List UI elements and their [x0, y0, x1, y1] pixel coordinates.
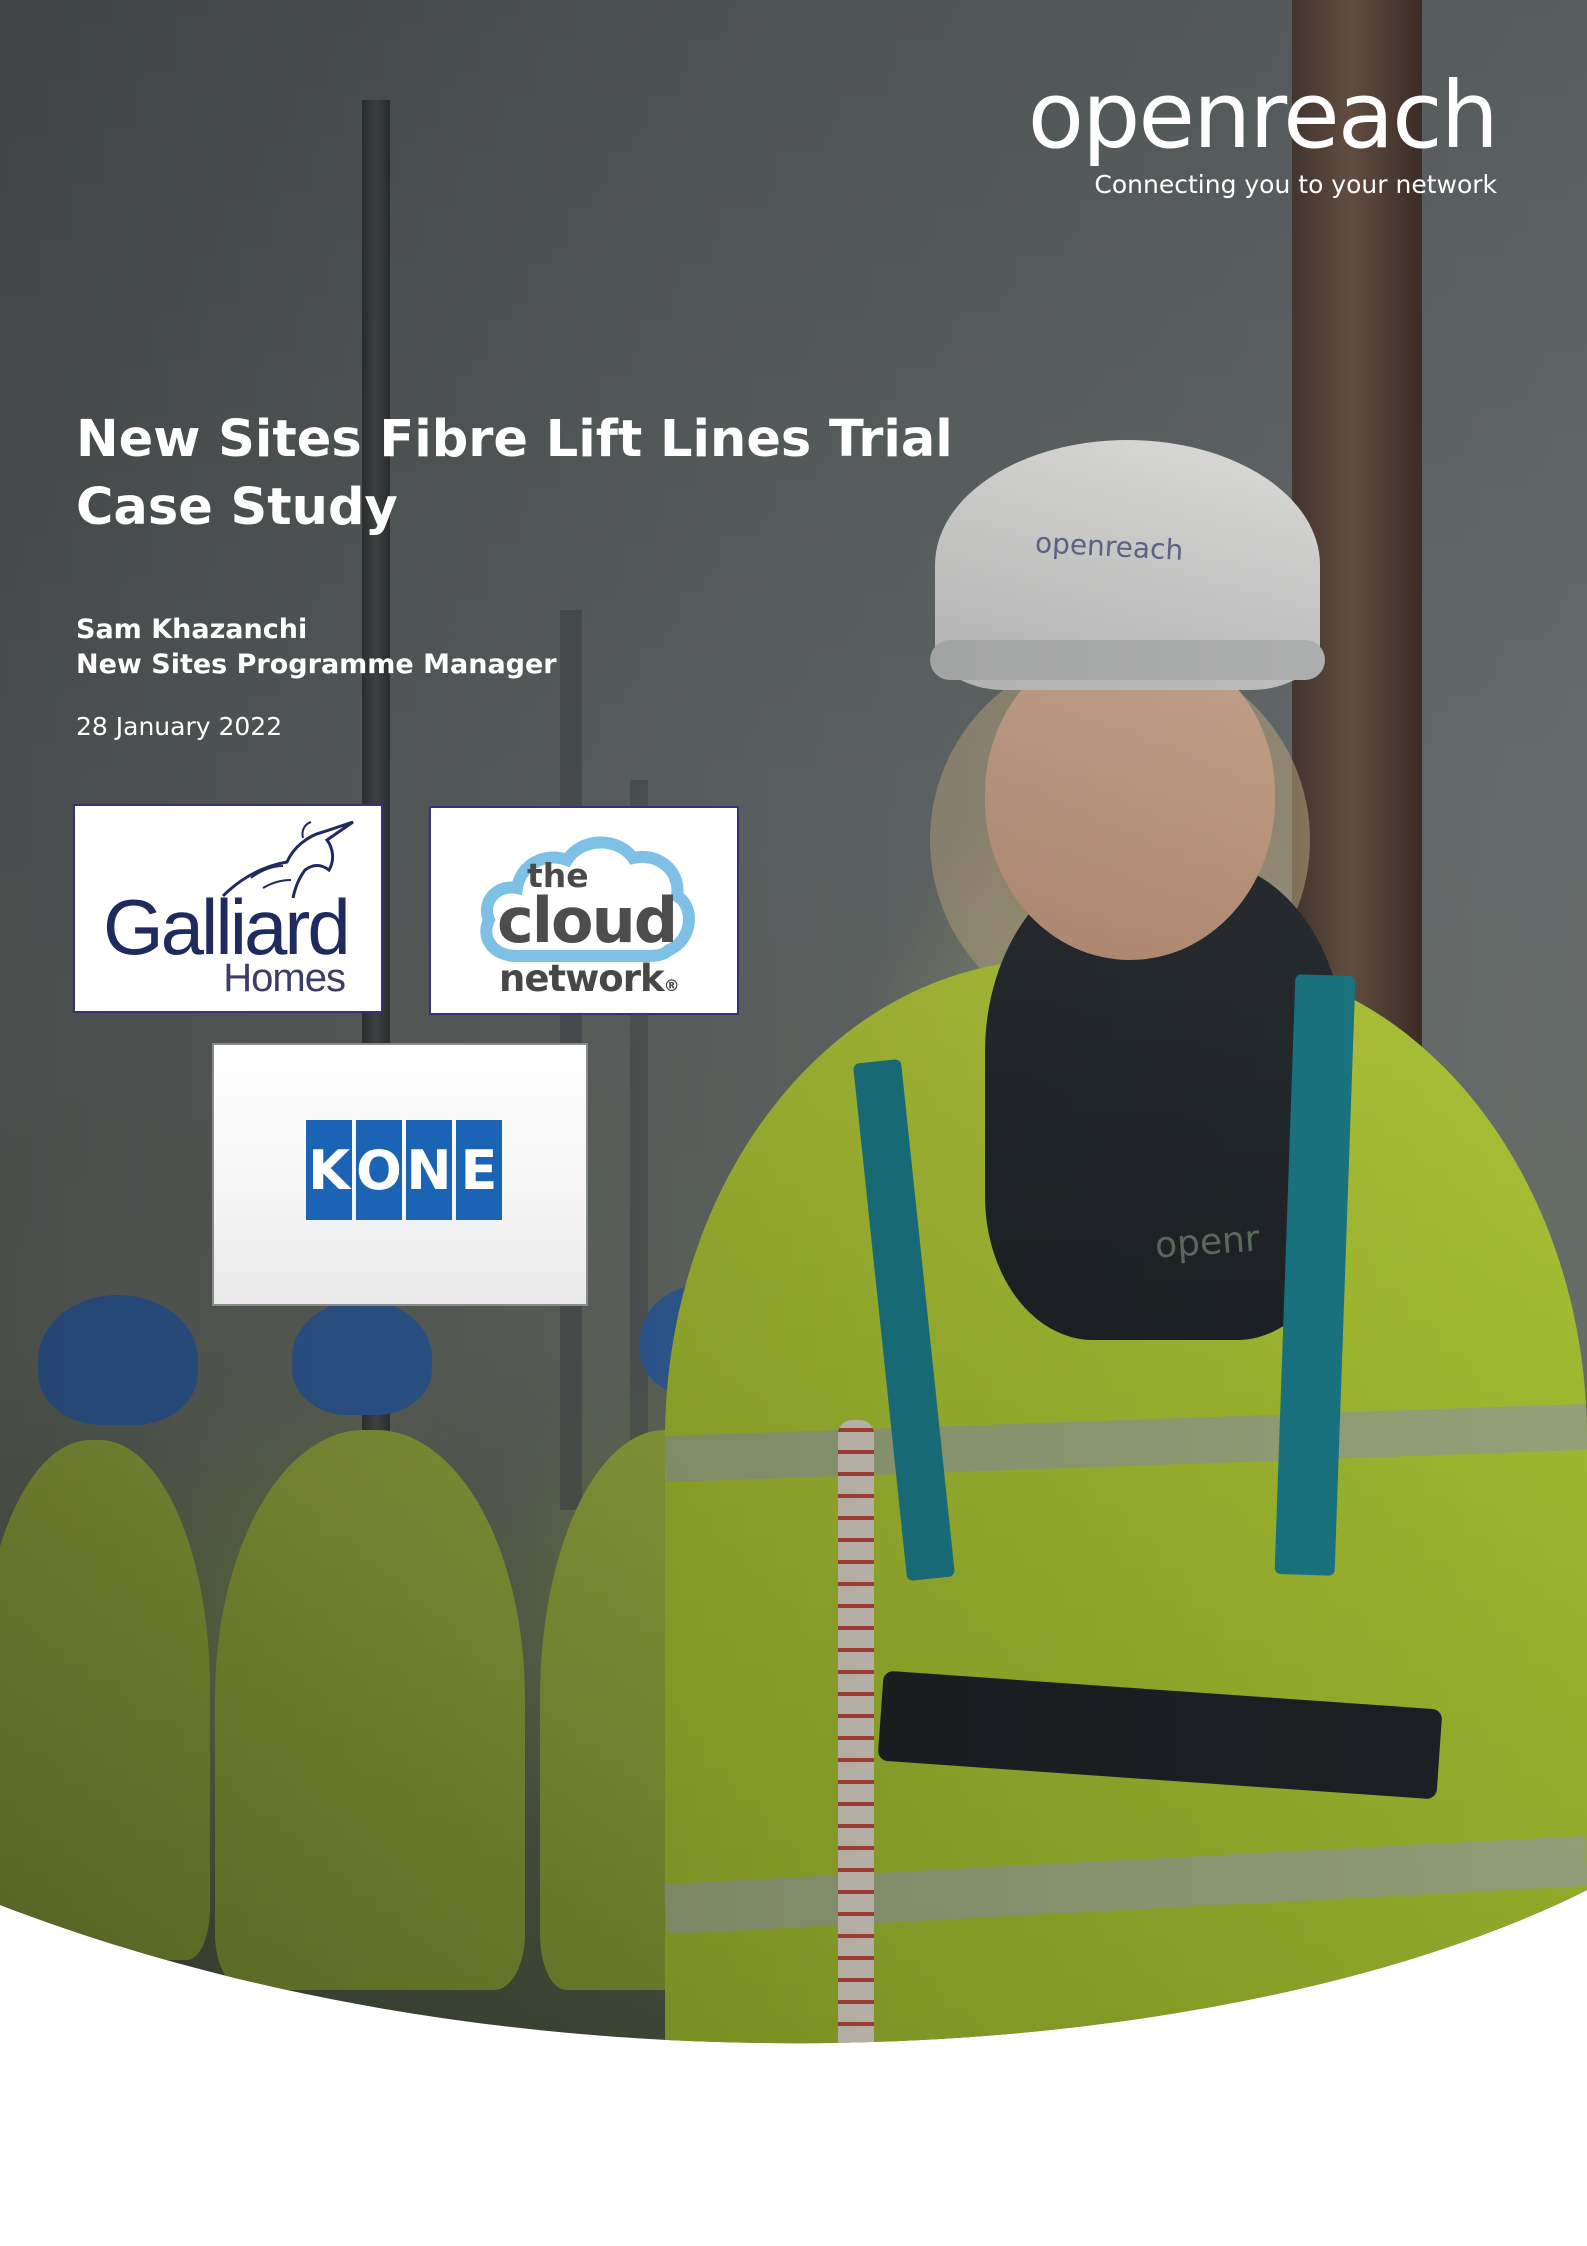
galliard-sub: Homes — [223, 956, 346, 1000]
kone-logo: K O N E — [212, 1043, 588, 1306]
kone-letter: N — [406, 1120, 452, 1220]
brand-tagline: Connecting you to your network — [1094, 170, 1497, 199]
openreach-logo: openreach Connecting you to your network — [1027, 62, 1499, 200]
kone-letter: E — [456, 1120, 502, 1220]
author-role: New Sites Programme Manager — [76, 649, 557, 680]
brand-wordmark: openreach — [1027, 62, 1499, 169]
kone-letter: K — [306, 1120, 352, 1220]
galliard-homes-logo: Galliard Homes — [73, 804, 383, 1013]
author-name: Sam Khazanchi — [76, 614, 308, 645]
kone-letter: O — [356, 1120, 402, 1220]
author-block: Sam Khazanchi New Sites Programme Manage… — [76, 612, 557, 682]
document-title: New Sites Fibre Lift Lines Trial — [76, 410, 953, 469]
document-date: 28 January 2022 — [76, 712, 283, 741]
kone-wordmark: K O N E — [306, 1120, 502, 1220]
galliard-wordmark: Galliard — [103, 883, 351, 971]
document-subtitle: Case Study — [76, 478, 398, 537]
cloud-logo-network: network® — [499, 957, 680, 1000]
the-cloud-network-logo: the cloud network® — [429, 806, 739, 1015]
cloud-logo-cloud: cloud — [497, 884, 678, 957]
